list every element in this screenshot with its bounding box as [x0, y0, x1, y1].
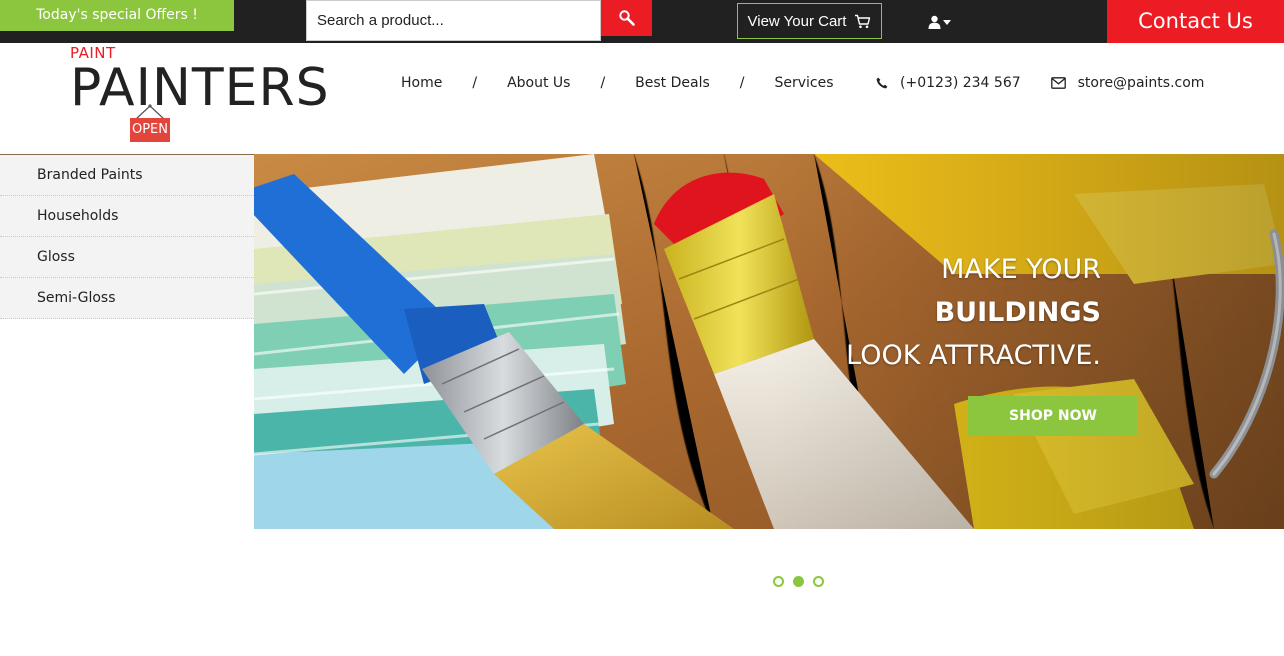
- hero-headline: MAKE YOUR BUILDINGS LOOK ATTRACTIVE.: [846, 248, 1101, 377]
- sidebar-item-gloss[interactable]: Gloss: [0, 237, 254, 278]
- nav-separator: /: [739, 75, 745, 91]
- paintbrushes-image: [254, 154, 1284, 529]
- nav-separator: /: [472, 75, 478, 91]
- slider-dot-3[interactable]: [813, 576, 824, 587]
- view-cart-button[interactable]: View Your Cart: [737, 3, 882, 39]
- hero-banner: MAKE YOUR BUILDINGS LOOK ATTRACTIVE. SHO…: [254, 154, 1284, 529]
- logo-wordmark: PAINTERS: [70, 58, 330, 118]
- special-offers-link[interactable]: Today's special Offers !: [0, 0, 234, 31]
- sidebar-item-semi-gloss[interactable]: Semi-Gloss: [0, 278, 254, 319]
- slider-dot-1[interactable]: [773, 576, 784, 587]
- search-input[interactable]: [306, 0, 601, 41]
- search-button[interactable]: [601, 0, 652, 36]
- phone-icon: [876, 77, 888, 89]
- user-menu-toggle[interactable]: [928, 12, 954, 32]
- cart-icon: [855, 14, 871, 28]
- nav-separator: /: [600, 75, 606, 91]
- slider-dot-2[interactable]: [793, 576, 804, 587]
- category-sidebar: Branded Paints Households Gloss Semi-Glo…: [0, 154, 254, 319]
- headline-line-1: MAKE YOUR: [941, 254, 1101, 285]
- shop-now-button[interactable]: SHOP NOW: [968, 396, 1138, 436]
- site-logo[interactable]: PAINT PAINTERS OPEN: [70, 44, 329, 144]
- cart-label: View Your Cart: [747, 12, 847, 30]
- nav-item-about-us[interactable]: About Us: [507, 75, 570, 91]
- email-address[interactable]: store@paints.com: [1078, 75, 1205, 91]
- sidebar-item-branded-paints[interactable]: Branded Paints: [0, 155, 254, 196]
- nav-item-services[interactable]: Services: [775, 75, 834, 91]
- envelope-icon: [1050, 77, 1066, 89]
- main-nav: Home / About Us / Best Deals / Services: [401, 73, 834, 93]
- phone-contact: (+0123) 234 567: [876, 75, 1021, 91]
- contact-us-button[interactable]: Contact Us: [1107, 0, 1284, 43]
- open-sign: OPEN: [130, 118, 170, 142]
- sidebar-item-households[interactable]: Households: [0, 196, 254, 237]
- nav-item-best-deals[interactable]: Best Deals: [635, 75, 710, 91]
- email-contact: store@paints.com: [1050, 75, 1205, 91]
- slider-pagination: [773, 576, 824, 588]
- phone-number: (+0123) 234 567: [900, 75, 1021, 91]
- contact-info: (+0123) 234 567 store@paints.com: [876, 73, 1204, 93]
- user-icon: [928, 15, 941, 29]
- caret-down-icon: [943, 19, 951, 25]
- headline-line-2: BUILDINGS: [934, 297, 1101, 328]
- headline-line-3: LOOK ATTRACTIVE.: [846, 340, 1101, 371]
- top-bar: Today's special Offers ! View Your Cart …: [0, 0, 1284, 43]
- nav-item-home[interactable]: Home: [401, 75, 442, 91]
- search-icon: [618, 10, 635, 26]
